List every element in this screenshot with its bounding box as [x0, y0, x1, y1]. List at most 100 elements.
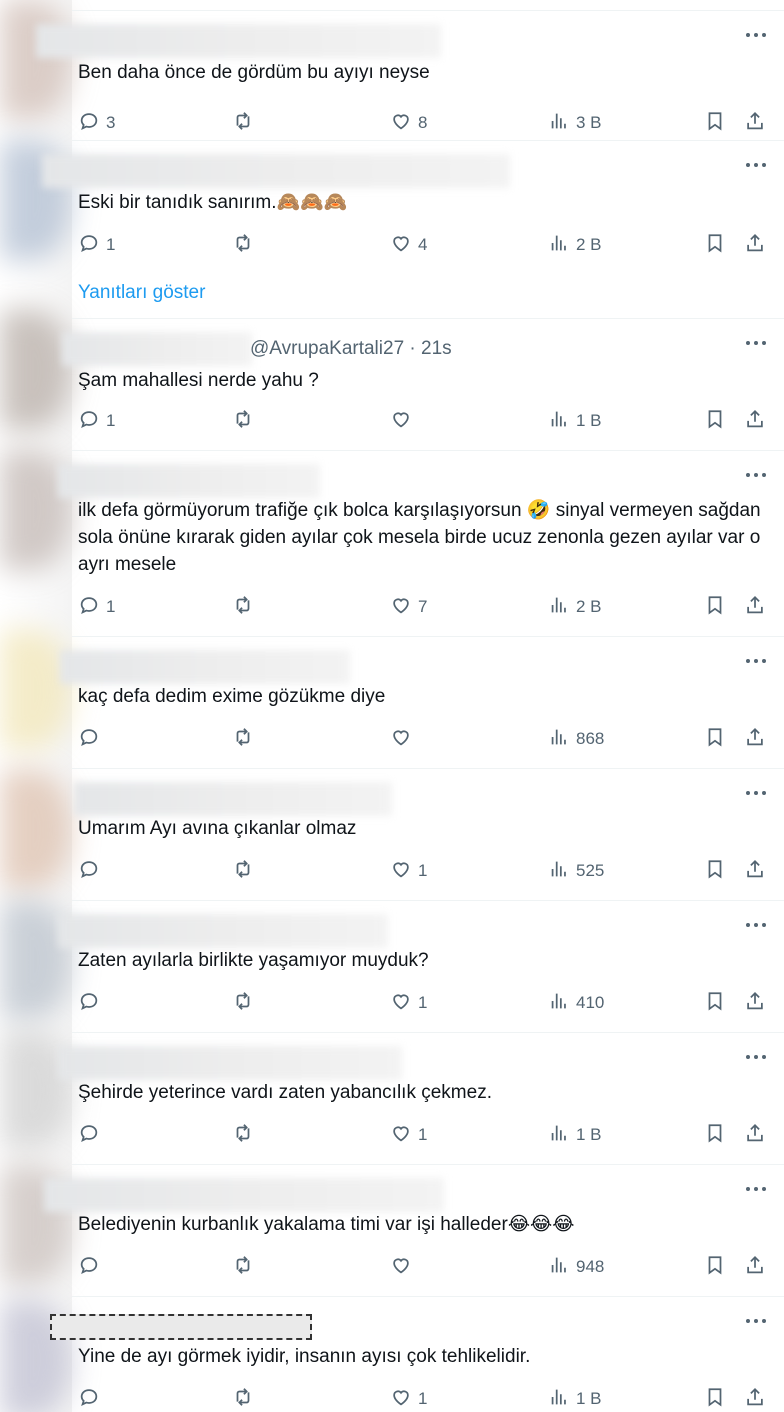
views-button[interactable]: 868 — [548, 727, 604, 751]
share-button[interactable] — [744, 1123, 766, 1147]
views-button[interactable]: 2 B — [548, 233, 602, 257]
reply-tweet[interactable]: Umarım Ayı avına çıkanlar olmaz 1 525 — [72, 768, 784, 900]
tweet-actions: 868 — [78, 727, 778, 751]
bookmark-icon — [704, 1122, 726, 1149]
retweet-button[interactable] — [232, 727, 260, 751]
retweet-button[interactable] — [232, 859, 260, 883]
more-icon[interactable] — [746, 923, 766, 929]
reply-tweet[interactable]: Zaten ayılarla birlikte yaşamıyor muyduk… — [58, 900, 784, 1032]
tweet-actions: 1 1 B — [78, 409, 778, 433]
share-icon — [744, 1386, 766, 1412]
reply-button[interactable] — [78, 1387, 106, 1411]
reply-button[interactable] — [78, 859, 106, 883]
reply-button[interactable]: 1 — [78, 409, 115, 433]
reply-tweet[interactable]: Ben daha önce de gördüm bu ayıyı neyse 3 8… — [36, 10, 784, 140]
retweet-button[interactable] — [232, 1255, 260, 1279]
share-button[interactable] — [744, 727, 766, 751]
views-button[interactable]: 2 B — [548, 595, 602, 619]
more-icon[interactable] — [746, 1055, 766, 1061]
more-icon[interactable] — [746, 341, 766, 347]
avatar[interactable] — [0, 630, 72, 750]
views-button[interactable]: 1 B — [548, 409, 602, 433]
more-icon[interactable] — [746, 473, 766, 479]
reply-button[interactable] — [78, 727, 106, 751]
reply-button[interactable] — [78, 1255, 106, 1279]
avatar[interactable] — [0, 310, 72, 430]
share-button[interactable] — [744, 1387, 766, 1411]
show-replies-link[interactable]: Yanıtları göster — [78, 282, 205, 304]
tweet-text: Ben daha önce de gördüm bu ayıyı neyse — [78, 59, 768, 86]
avatar[interactable] — [0, 0, 72, 120]
bookmark-button[interactable] — [704, 991, 726, 1015]
retweet-button[interactable] — [232, 1123, 260, 1147]
more-icon[interactable] — [746, 163, 766, 169]
like-button[interactable]: 1 — [390, 991, 427, 1015]
like-button[interactable]: 7 — [390, 595, 427, 619]
retweet-button[interactable] — [232, 595, 260, 619]
more-icon[interactable] — [746, 1319, 766, 1325]
bookmark-button[interactable] — [704, 409, 726, 433]
views-button[interactable]: 948 — [548, 1255, 604, 1279]
retweet-button[interactable] — [232, 409, 260, 433]
bookmark-button[interactable] — [704, 595, 726, 619]
redacted-author-name — [50, 1314, 312, 1340]
share-button[interactable] — [744, 409, 766, 433]
like-button[interactable] — [390, 727, 418, 751]
reply-tweet[interactable]: ilk defa görmüyorum trafiğe çık bolca ka… — [58, 450, 784, 636]
reply-tweet[interactable]: Şehirde yeterince vardı zaten yabancılık… — [58, 1032, 784, 1164]
views-button[interactable]: 1 B — [548, 1123, 602, 1147]
views-button[interactable]: 3 B — [548, 111, 602, 135]
reply-tweet[interactable]: Yine de ayı görmek iyidir, insanın ayısı… — [50, 1296, 784, 1412]
reply-button[interactable]: 1 — [78, 233, 115, 257]
more-icon[interactable] — [746, 791, 766, 797]
retweet-button[interactable] — [232, 111, 260, 135]
reply-tweet[interactable]: kaç defa dedim exime gözükme diye 868 — [60, 636, 784, 768]
avatar[interactable] — [0, 770, 72, 890]
share-button[interactable] — [744, 233, 766, 257]
reply-button[interactable] — [78, 991, 106, 1015]
author-handle[interactable]: @AvrupaKartali27 · 21s — [250, 338, 452, 360]
bookmark-button[interactable] — [704, 233, 726, 257]
views-button[interactable]: 525 — [548, 859, 604, 883]
share-button[interactable] — [744, 859, 766, 883]
bookmark-button[interactable] — [704, 1255, 726, 1279]
like-button[interactable]: 1 — [390, 859, 427, 883]
reply-button[interactable] — [78, 1123, 106, 1147]
bookmark-button[interactable] — [704, 1123, 726, 1147]
reply-button[interactable]: 3 — [78, 111, 115, 135]
share-button[interactable] — [744, 111, 766, 135]
heart-icon — [390, 990, 412, 1017]
retweet-button[interactable] — [232, 1387, 260, 1411]
bookmark-button[interactable] — [704, 859, 726, 883]
retweet-button[interactable] — [232, 233, 260, 257]
reply-button[interactable]: 1 — [78, 595, 115, 619]
share-button[interactable] — [744, 1255, 766, 1279]
like-button[interactable] — [390, 1255, 418, 1279]
share-button[interactable] — [744, 991, 766, 1015]
like-button[interactable]: 4 — [390, 233, 427, 257]
bookmark-button[interactable] — [704, 1387, 726, 1411]
reply-tweet[interactable]: @AvrupaKartali27 · 21s Şam mahallesi nerd… — [62, 318, 784, 450]
retweet-button[interactable] — [232, 991, 260, 1015]
reply-tweet[interactable]: Belediyenin kurbanlık yakalama timi var … — [44, 1164, 784, 1296]
more-icon[interactable] — [746, 1187, 766, 1193]
views-button[interactable]: 1 B — [548, 1387, 602, 1411]
share-button[interactable] — [744, 595, 766, 619]
like-button[interactable]: 1 — [390, 1387, 427, 1411]
like-count: 1 — [418, 993, 428, 1012]
bookmark-button[interactable] — [704, 111, 726, 135]
heart-icon — [390, 1386, 412, 1412]
like-button[interactable] — [390, 409, 418, 433]
like-button[interactable]: 1 — [390, 1123, 427, 1147]
like-button[interactable]: 8 — [390, 111, 427, 135]
more-icon[interactable] — [746, 659, 766, 665]
views-icon — [548, 1386, 570, 1412]
more-icon[interactable] — [746, 33, 766, 39]
reply-icon — [78, 1254, 100, 1281]
bookmark-button[interactable] — [704, 727, 726, 751]
like-count: 1 — [418, 1125, 428, 1144]
retweet-icon — [232, 594, 254, 621]
views-button[interactable]: 410 — [548, 991, 604, 1015]
tweet-text: Şehirde yeterince vardı zaten yabancılık… — [78, 1079, 768, 1106]
views-icon — [548, 1254, 570, 1281]
